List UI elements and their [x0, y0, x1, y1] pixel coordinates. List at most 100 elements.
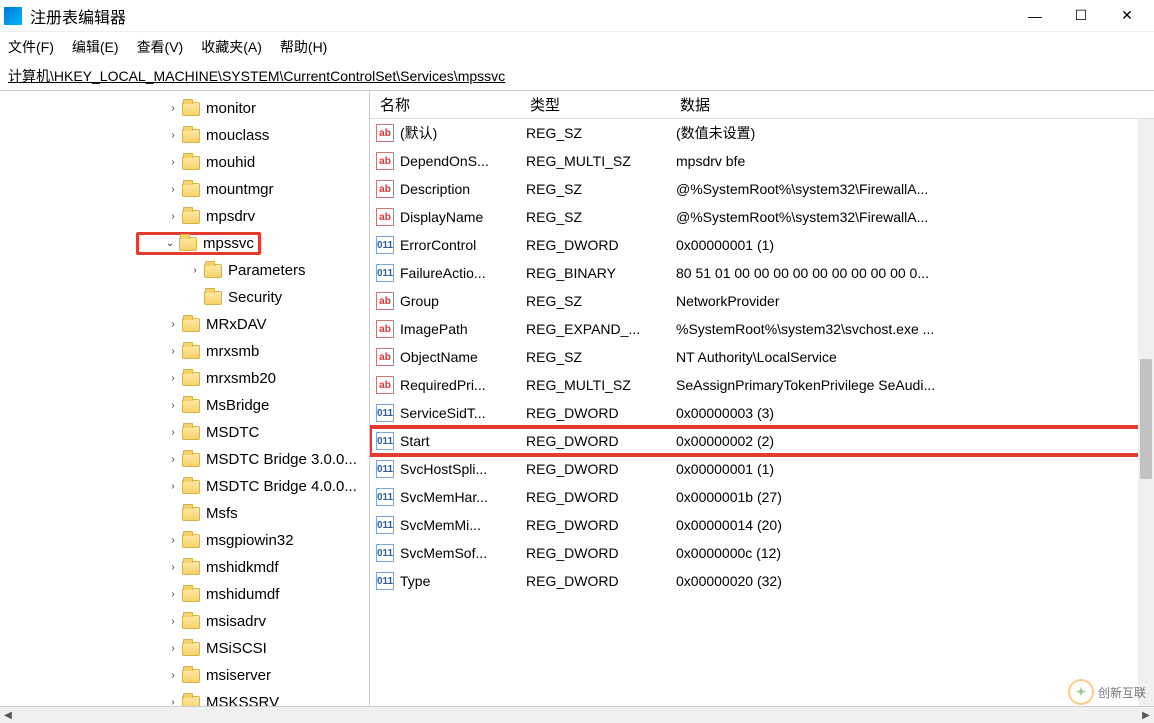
cell-name: (默认) [400, 123, 526, 143]
expand-icon[interactable]: › [166, 102, 180, 116]
close-button[interactable]: ✕ [1104, 0, 1150, 32]
list-row[interactable]: ab(默认)REG_SZ(数值未设置) [370, 119, 1154, 147]
address-bar[interactable]: 计算机\HKEY_LOCAL_MACHINE\SYSTEM\CurrentCon… [0, 62, 1154, 90]
menu-bar: 文件(F) 编辑(E) 查看(V) 收藏夹(A) 帮助(H) [0, 32, 1154, 62]
folder-icon [182, 534, 200, 548]
tree-node-mshidumdf[interactable]: ›mshidumdf [0, 581, 369, 608]
tree-node-msdtc[interactable]: ›MSDTC [0, 419, 369, 446]
tree-node-msdtc-bridge-4-0-0-[interactable]: › MSDTC Bridge 4.0.0... [0, 473, 369, 500]
scroll-right-icon[interactable]: ▶ [1138, 707, 1154, 723]
list-row[interactable]: 011SvcMemMi...REG_DWORD0x00000014 (20) [370, 511, 1154, 539]
folder-icon [182, 318, 200, 332]
list-row[interactable]: 011SvcMemSof...REG_DWORD0x0000000c (12) [370, 539, 1154, 567]
expand-icon[interactable]: › [166, 183, 180, 197]
list-body[interactable]: ab(默认)REG_SZ(数值未设置)abDependOnS...REG_MUL… [370, 119, 1154, 595]
list-row[interactable]: abGroupREG_SZNetworkProvider [370, 287, 1154, 315]
menu-file[interactable]: 文件(F) [8, 37, 54, 57]
expand-icon[interactable]: ⌄ [163, 237, 177, 251]
expand-icon[interactable]: › [166, 210, 180, 224]
folder-icon [182, 210, 200, 224]
maximize-button[interactable]: ☐ [1058, 0, 1104, 32]
scroll-left-icon[interactable]: ◀ [0, 707, 16, 723]
list-row[interactable]: abObjectNameREG_SZNT Authority\LocalServ… [370, 343, 1154, 371]
folder-icon [179, 237, 197, 251]
expand-icon[interactable]: › [166, 561, 180, 575]
expand-icon[interactable]: › [188, 264, 202, 278]
expand-icon[interactable]: › [166, 453, 180, 467]
folder-icon [182, 156, 200, 170]
tree-node-mpssvc[interactable]: ⌄mpssvc [0, 230, 369, 257]
expand-icon[interactable]: › [166, 426, 180, 440]
tree-node-msgpiowin32[interactable]: ›msgpiowin32 [0, 527, 369, 554]
binary-value-icon: 011 [376, 236, 394, 254]
list-row[interactable]: abDisplayNameREG_SZ@%SystemRoot%\system3… [370, 203, 1154, 231]
expand-icon[interactable]: › [166, 318, 180, 332]
horizontal-scrollbar[interactable]: ◀ ▶ [0, 707, 1154, 723]
tree-label: MSDTC Bridge 3.0.0... [206, 451, 357, 468]
tree-node-msiserver[interactable]: ›msiserver [0, 662, 369, 689]
list-row[interactable]: 011SvcMemHar...REG_DWORD0x0000001b (27) [370, 483, 1154, 511]
menu-favorites[interactable]: 收藏夹(A) [201, 37, 262, 57]
col-data[interactable]: 数据 [670, 94, 1154, 115]
tree-node-mrxsmb20[interactable]: ›mrxsmb20 [0, 365, 369, 392]
menu-view[interactable]: 查看(V) [137, 37, 184, 57]
list-row[interactable]: 011TypeREG_DWORD0x00000020 (32) [370, 567, 1154, 595]
tree-node-msbridge[interactable]: ›MsBridge [0, 392, 369, 419]
expand-icon[interactable]: › [166, 696, 180, 707]
cell-name: DependOnS... [400, 153, 526, 169]
tree-label: MSDTC Bridge 4.0.0... [206, 478, 357, 495]
folder-icon [182, 561, 200, 575]
minimize-button[interactable]: — [1012, 0, 1058, 32]
tree-node-mpsdrv[interactable]: ›mpsdrv [0, 203, 369, 230]
expand-icon[interactable]: › [166, 129, 180, 143]
expand-icon[interactable]: › [166, 399, 180, 413]
window-title: 注册表编辑器 [30, 4, 126, 28]
menu-edit[interactable]: 编辑(E) [72, 37, 119, 57]
expand-icon[interactable]: › [166, 588, 180, 602]
tree-node-msdtc-bridge-3-0-0-[interactable]: › MSDTC Bridge 3.0.0... [0, 446, 369, 473]
tree-node-msiscsi[interactable]: ›MSiSCSI [0, 635, 369, 662]
tree-node-mouhid[interactable]: ›mouhid [0, 149, 369, 176]
folder-icon [182, 102, 200, 116]
folder-icon [182, 642, 200, 656]
tree-node-mountmgr[interactable]: ›mountmgr [0, 176, 369, 203]
tree-node-msisadrv[interactable]: ›msisadrv [0, 608, 369, 635]
list-row[interactable]: 011FailureActio...REG_BINARY80 51 01 00 … [370, 259, 1154, 287]
col-type[interactable]: 类型 [520, 94, 670, 115]
folder-icon [182, 426, 200, 440]
list-row[interactable]: abImagePathREG_EXPAND_...%SystemRoot%\sy… [370, 315, 1154, 343]
tree-node-msfs[interactable]: Msfs [0, 500, 369, 527]
expand-icon[interactable]: › [166, 345, 180, 359]
cell-data: 0x00000002 (2) [676, 433, 1154, 449]
expand-icon[interactable]: › [166, 669, 180, 683]
expand-icon[interactable]: › [166, 615, 180, 629]
expand-icon[interactable]: › [166, 534, 180, 548]
expand-icon[interactable]: › [166, 156, 180, 170]
list-row[interactable]: abDescriptionREG_SZ@%SystemRoot%\system3… [370, 175, 1154, 203]
expand-icon[interactable]: › [166, 480, 180, 494]
tree-node-monitor[interactable]: ›monitor [0, 95, 369, 122]
list-row[interactable]: 011ErrorControlREG_DWORD0x00000001 (1) [370, 231, 1154, 259]
tree-node-mrxdav[interactable]: ›MRxDAV [0, 311, 369, 338]
list-row[interactable]: 011StartREG_DWORD0x00000002 (2) [370, 427, 1154, 455]
tree-node-mshidkmdf[interactable]: ›mshidkmdf [0, 554, 369, 581]
tree-node-parameters[interactable]: › Parameters [0, 257, 369, 284]
list-row[interactable]: 011SvcHostSpli...REG_DWORD0x00000001 (1) [370, 455, 1154, 483]
menu-help[interactable]: 帮助(H) [280, 37, 327, 57]
cell-type: REG_SZ [526, 209, 676, 225]
tree-panel[interactable]: ›monitor›mouclass›mouhid›mountmgr›mpsdrv… [0, 91, 370, 706]
col-name[interactable]: 名称 [370, 94, 520, 115]
tree-node-mrxsmb[interactable]: ›mrxsmb [0, 338, 369, 365]
expand-icon[interactable]: › [166, 372, 180, 386]
tree-scrollbar[interactable] [1138, 119, 1154, 706]
tree-node-mouclass[interactable]: ›mouclass [0, 122, 369, 149]
scrollbar-thumb[interactable] [1140, 359, 1152, 479]
list-row[interactable]: abDependOnS...REG_MULTI_SZmpsdrv bfe [370, 147, 1154, 175]
list-row[interactable]: 011ServiceSidT...REG_DWORD0x00000003 (3) [370, 399, 1154, 427]
tree-node-security[interactable]: Security [0, 284, 369, 311]
tree-node-mskssrv[interactable]: ›MSKSSRV [0, 689, 369, 706]
cell-type: REG_MULTI_SZ [526, 377, 676, 393]
tree-label: Parameters [228, 262, 306, 279]
expand-icon[interactable]: › [166, 642, 180, 656]
list-row[interactable]: abRequiredPri...REG_MULTI_SZSeAssignPrim… [370, 371, 1154, 399]
